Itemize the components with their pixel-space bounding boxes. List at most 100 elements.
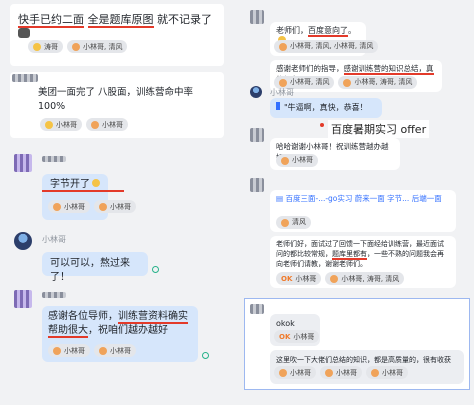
reaction-chip[interactable]: OK 小林哥: [274, 330, 320, 343]
reaction-chip[interactable]: 小林哥: [48, 344, 90, 357]
thumbs-up-icon: [53, 346, 61, 355]
message-bubble[interactable]: "牛逼啊，真快，恭喜！: [270, 98, 382, 118]
message-bubble[interactable]: okok OK 小林哥: [270, 314, 320, 346]
message-text: 。: [348, 26, 356, 35]
message-text: 就不记录了: [157, 13, 212, 26]
thumbs-up-icon: [99, 346, 107, 355]
reaction-chip[interactable]: 小林哥: [274, 366, 316, 379]
avatar[interactable]: [250, 178, 264, 192]
reaction-chip[interactable]: 小林哥: [276, 154, 318, 167]
reaction-chip[interactable]: 小林哥: [94, 344, 136, 357]
avatar[interactable]: [250, 304, 264, 314]
sender-name: 小林哥: [42, 235, 66, 244]
reaction-names: 小林哥: [295, 274, 317, 283]
reaction-chip[interactable]: 小林哥: [320, 366, 362, 379]
message-bubble[interactable]: 哈哈谢谢小林哥！祝训练营越办越好！ 小林哥: [270, 138, 400, 170]
reaction-names: 小林哥, 清风: [83, 42, 123, 51]
message-text: okok: [276, 319, 295, 328]
message-bubble[interactable]: 字节开了 小林哥 小林哥: [42, 174, 136, 220]
avatar[interactable]: [14, 290, 32, 308]
doc-link-icon: ▤: [276, 194, 284, 203]
quote-mark-icon: [276, 102, 280, 110]
reaction-names: 小林哥: [290, 368, 311, 377]
message-text: ，祝咱们越办越好: [88, 325, 168, 336]
avatar[interactable]: [250, 10, 264, 24]
reaction-row: 小林哥 小林哥: [48, 344, 136, 357]
avatar[interactable]: [250, 86, 262, 98]
message-bubble[interactable]: 感谢各位导师，训练营资料确实帮助很大，祝咱们越办越好 小林哥 小林哥: [42, 306, 198, 362]
reaction-row: 涛哥 小林哥, 清风: [28, 40, 128, 53]
message-bubble[interactable]: 可以可以，熬过来了！: [42, 252, 148, 283]
reaction-row: 小林哥 小林哥: [48, 200, 136, 213]
message-bubble[interactable]: 美团一面完了 八股面，训练营命中率100%: [38, 86, 218, 114]
reaction-names: 小林哥, 涛哥, 清风: [354, 78, 413, 86]
avatar[interactable]: [12, 74, 38, 82]
reaction-names: 小林哥, 涛哥, 清风: [341, 274, 400, 283]
reaction-names: 小林哥: [64, 346, 85, 355]
reaction-names: 清风: [292, 218, 306, 226]
sunglasses-emoji-icon: [33, 42, 41, 51]
reaction-chip[interactable]: 涛哥: [28, 40, 63, 53]
reaction-names: 小林哥: [102, 120, 123, 129]
message-bubble[interactable]: ▤ 百度三面-...-go实习 蔚来一面 字节... 后端一面 清风: [270, 190, 456, 232]
reaction-row: 小林哥 小林哥 小林哥: [274, 366, 408, 379]
reaction-row: 小林哥, 清风, 小林哥, 清风: [274, 40, 379, 53]
reaction-chip[interactable]: 小林哥: [48, 200, 90, 213]
reaction-chip[interactable]: 小林哥: [366, 366, 408, 379]
thumbs-up-icon: [279, 42, 287, 51]
thumbs-up-icon: [371, 368, 379, 377]
reaction-names: 小林哥, 清风: [290, 78, 330, 86]
reaction-names: 涛哥: [44, 42, 58, 51]
message-text: 美团一面完了 八股面，训练营命中率100%: [38, 87, 194, 112]
message-highlight: 题库里都有: [332, 250, 367, 260]
message-bubble[interactable]: 这里吹一下大佬们总结的知识，都是高质量的，很有收获 小林哥 小林哥 小林哥: [270, 350, 464, 384]
reaction-chip[interactable]: 小林哥: [86, 118, 128, 131]
message-text: 这里吹一下大佬们总结的知识，都是高质量的，很有收获: [276, 356, 451, 364]
thumbs-up-icon: [279, 78, 287, 87]
message-bubble[interactable]: 老师们，百度意向了。 小林哥, 清风, 小林哥, 清风: [270, 22, 379, 56]
sender-name-mosaic: [42, 292, 66, 298]
avatar[interactable]: [250, 128, 264, 142]
reaction-names: 小林哥: [382, 368, 403, 377]
thumbs-up-icon: [281, 218, 289, 227]
reaction-chip[interactable]: 小林哥: [40, 118, 82, 131]
cat-emoji-icon: [18, 28, 30, 38]
reaction-chip[interactable]: 小林哥: [94, 200, 136, 213]
thumbs-up-icon: [72, 42, 80, 51]
reaction-row: 小林哥 小林哥: [40, 118, 128, 131]
reaction-names: 小林哥: [292, 156, 313, 164]
reaction-names: 小林哥: [110, 346, 131, 355]
doc-links[interactable]: 百度三面-...-go实习 蔚来一面 字节... 后端一面: [285, 194, 441, 203]
message-highlight: 快手已约二面: [18, 13, 84, 28]
sender-name-mosaic: [42, 156, 66, 162]
reaction-row: 小林哥: [276, 154, 318, 167]
smile-emoji-icon: [45, 120, 53, 129]
thumbs-up-icon: [53, 202, 61, 211]
underline-mark: [42, 190, 124, 192]
reaction-row: OK 小林哥: [274, 330, 320, 343]
avatar[interactable]: [14, 154, 32, 172]
message-highlight: 百度意向了: [308, 26, 348, 37]
thumbs-up-icon: [325, 368, 333, 377]
reaction-chip[interactable]: 小林哥, 涛哥, 清风: [325, 272, 405, 285]
thumbs-up-icon: [281, 156, 289, 165]
message-highlight: 全是题库原图: [87, 13, 154, 28]
reaction-names: 小林哥: [336, 368, 357, 377]
message-bubble[interactable]: 快手已约二面 全是题库原图 就不记录了: [18, 12, 218, 42]
reaction-row: OK 小林哥 小林哥, 涛哥, 清风: [276, 272, 405, 285]
message-bubble[interactable]: 感谢老师们的指导，感谢训练营的知识总结，真的很有用。 小林哥, 清风 小林哥, …: [270, 60, 442, 92]
message-text: "牛逼啊，真快，恭喜！: [284, 103, 368, 112]
red-dot-icon: [320, 123, 324, 127]
message-text: 感谢老师们的指导，: [276, 64, 344, 73]
avatar[interactable]: [14, 232, 32, 250]
reaction-chip[interactable]: 小林哥, 涛哥, 清风: [338, 76, 418, 89]
reaction-chip[interactable]: 小林哥, 清风, 小林哥, 清风: [274, 40, 379, 53]
reaction-names: 小林哥: [110, 202, 131, 211]
message-card: 快手已约二面 全是题库原图 就不记录了 涛哥 小林哥, 清风: [10, 4, 224, 66]
ok-icon: OK: [281, 274, 293, 283]
reaction-chip[interactable]: 清风: [276, 216, 311, 229]
reaction-chip[interactable]: 小林哥, 清风: [67, 40, 128, 53]
reaction-chip[interactable]: OK 小林哥: [276, 272, 322, 285]
message-bubble[interactable]: 老师们好，面试过了回馈一下面经给训练营，最近面试问的都比较常规，题库里都有，一些…: [270, 236, 456, 288]
reaction-names: 小林哥: [293, 332, 315, 341]
